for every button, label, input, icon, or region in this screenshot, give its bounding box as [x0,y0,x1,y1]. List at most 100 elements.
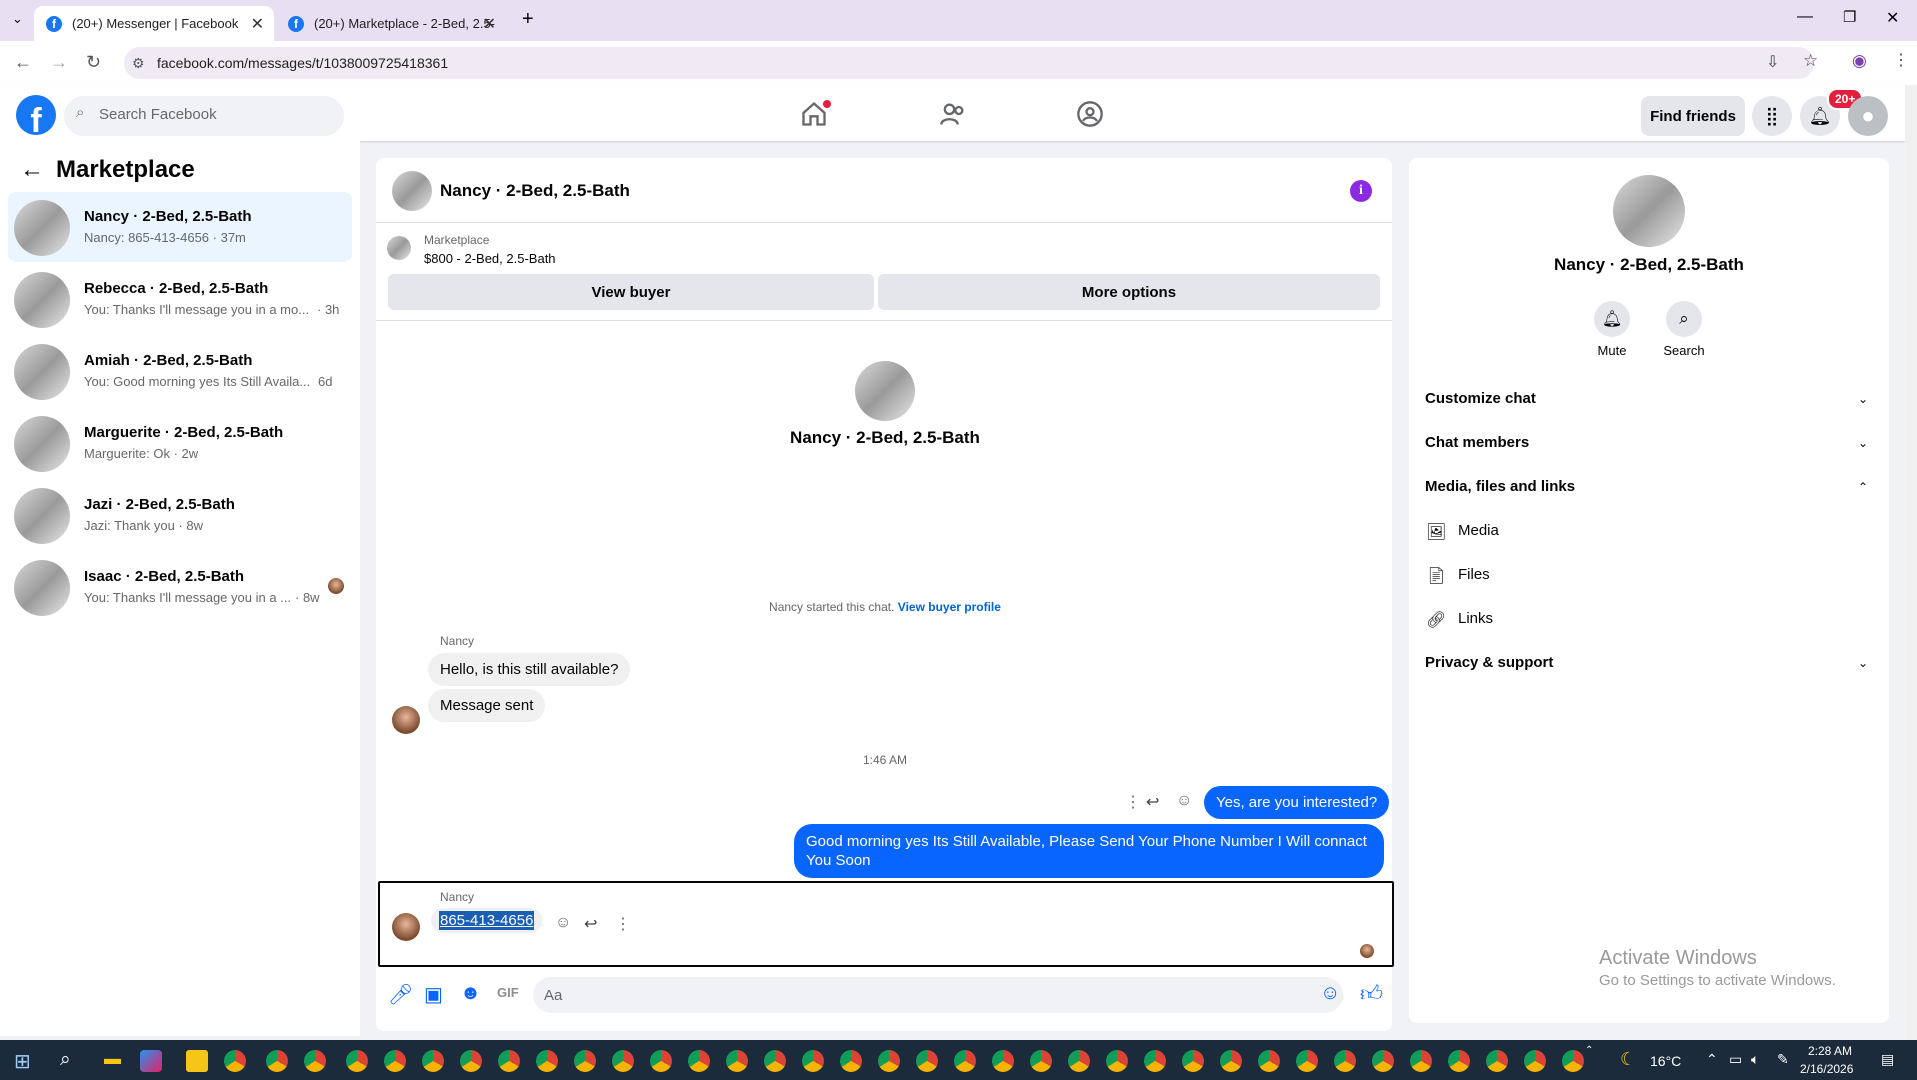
back-arrow-icon[interactable]: ← [20,156,44,184]
sticker-icon[interactable]: ☻ [460,982,481,1005]
chrome-taskbar-icon[interactable] [688,1050,710,1072]
browser-menu-icon[interactable]: ⋮ [1893,50,1909,70]
chevron-down-icon[interactable]: ⌄ [1858,392,1868,406]
chrome-taskbar-icon[interactable] [498,1050,520,1072]
windows-start-icon[interactable]: ⊞ [14,1049,31,1074]
back-icon[interactable]: ← [14,52,32,73]
chrome-taskbar-icon[interactable] [612,1050,634,1072]
mute-button[interactable]: 🔔︎ [1594,301,1630,337]
tray-overflow-icon[interactable]: ⌃ [1706,1051,1718,1068]
chrome-taskbar-icon[interactable] [1410,1050,1432,1072]
page-scrollbar[interactable] [1905,85,1917,1040]
taskbar-scroll-arrows-icon[interactable]: ⌃ [1585,1045,1593,1056]
files-row[interactable]: Files [1458,566,1490,583]
chrome-taskbar-icon[interactable] [460,1050,482,1072]
customize-chat-row[interactable]: Customize chat [1425,390,1536,407]
forward-icon[interactable]: → [50,52,68,73]
chevron-down-icon[interactable]: ⌄ [1858,436,1868,450]
chrome-taskbar-icon[interactable] [726,1050,748,1072]
chrome-taskbar-icon[interactable] [1106,1050,1128,1072]
chrome-taskbar-icon[interactable] [536,1050,558,1072]
chrome-taskbar-icon[interactable] [346,1050,368,1072]
chrome-taskbar-icon[interactable] [840,1050,862,1072]
taskbar-app-icon[interactable] [140,1050,162,1072]
file-explorer-icon[interactable]: ▬ [104,1049,121,1069]
tab-messenger[interactable]: f (20+) Messenger | Facebook ✕ [34,6,274,41]
incoming-message[interactable]: Hello, is this still available? [428,653,631,686]
chrome-taskbar-icon[interactable] [802,1050,824,1072]
chat-header-title[interactable]: Nancy · 2-Bed, 2.5-Bath [440,181,630,201]
tab-list-chevron-icon[interactable]: ⌄ [12,11,23,27]
chrome-taskbar-icon[interactable] [574,1050,596,1072]
media-row[interactable]: Media [1458,522,1499,539]
privacy-support-row[interactable]: Privacy & support [1425,654,1553,671]
chrome-taskbar-icon[interactable] [1372,1050,1394,1072]
view-buyer-button[interactable]: View buyer [388,274,874,310]
conversation-item[interactable]: Nancy · 2-Bed, 2.5-Bath Nancy: 865-413-4… [8,192,352,262]
chat-header-thumbnail[interactable] [392,171,432,211]
info-icon[interactable]: i [1350,180,1372,202]
reply-icon[interactable]: ↩ [1146,792,1159,812]
groups-icon[interactable] [1076,100,1104,128]
chrome-taskbar-icon[interactable] [224,1050,246,1072]
chrome-taskbar-icon[interactable] [422,1050,444,1072]
chevron-up-icon[interactable]: ⌃ [1858,480,1868,494]
find-friends-button[interactable]: Find friends [1641,96,1745,136]
chrome-taskbar-icon[interactable] [764,1050,786,1072]
thumbs-up-icon[interactable]: 👍︎ [1360,980,1383,1007]
network-icon[interactable]: ▭ [1729,1051,1742,1068]
chrome-taskbar-icon[interactable] [1258,1050,1280,1072]
chrome-taskbar-icon[interactable] [384,1050,406,1072]
site-info-icon[interactable]: ⚙ [132,55,145,72]
chrome-taskbar-icon[interactable] [1486,1050,1508,1072]
listing-price[interactable]: $800 - 2-Bed, 2.5-Bath [424,251,556,266]
restore-icon[interactable]: ❐ [1843,8,1856,26]
volume-icon[interactable]: 🔈︎ [1751,1051,1759,1068]
chrome-taskbar-icon[interactable] [954,1050,976,1072]
close-tab-icon[interactable]: ✕ [483,14,496,34]
taskbar-clock-date[interactable]: 2/16/2026 [1800,1062,1853,1076]
react-smiley-icon[interactable]: ☺ [1176,792,1192,810]
chrome-taskbar-icon[interactable] [1068,1050,1090,1072]
chrome-taskbar-icon[interactable] [1030,1050,1052,1072]
new-tab-icon[interactable]: + [522,8,534,31]
account-avatar[interactable]: ● [1848,96,1888,136]
minimize-icon[interactable]: — [1797,8,1813,26]
tab-marketplace[interactable]: f (20+) Marketplace - 2-Bed, 2.5- ✕ [276,6,506,41]
chrome-taskbar-icon[interactable] [1220,1050,1242,1072]
profile-icon[interactable]: ◉ [1852,51,1867,71]
conversation-item[interactable]: Marguerite · 2-Bed, 2.5-Bath Marguerite:… [8,408,352,478]
microphone-icon[interactable]: 🎤︎ [388,982,413,1007]
conversation-item[interactable]: Rebecca · 2-Bed, 2.5-Bath You: Thanks I'… [8,264,352,334]
chrome-taskbar-icon[interactable] [1296,1050,1318,1072]
incoming-message-phone[interactable]: 865-413-4656 [431,908,543,933]
more-actions-icon[interactable]: ⋮ [615,914,631,934]
url-text[interactable]: facebook.com/messages/t/1038009725418361 [157,55,448,71]
pen-icon[interactable]: ✎ [1777,1051,1789,1068]
more-options-button[interactable]: More options [878,274,1380,310]
incoming-message[interactable]: Message sent [428,689,546,722]
temperature[interactable]: 16°C [1650,1053,1681,1069]
emoji-icon[interactable]: ☺ [1320,982,1340,1005]
bookmark-star-icon[interactable]: ☆ [1803,51,1818,71]
sender-avatar[interactable] [392,913,420,941]
close-tab-icon[interactable]: ✕ [251,14,264,34]
chrome-taskbar-icon[interactable] [266,1050,288,1072]
react-smiley-icon[interactable]: ☺ [555,914,571,932]
chrome-taskbar-icon[interactable] [1448,1050,1470,1072]
chrome-taskbar-icon[interactable] [650,1050,672,1072]
reply-icon[interactable]: ↩ [584,914,597,934]
media-files-links-row[interactable]: Media, files and links [1425,478,1575,495]
chrome-taskbar-icon[interactable] [878,1050,900,1072]
view-buyer-profile-link[interactable]: View buyer profile [898,600,1001,614]
chrome-taskbar-icon[interactable] [1562,1050,1584,1072]
search-conversation-button[interactable]: ⌕ [1666,301,1702,337]
more-actions-icon[interactable]: ⋮ [1125,792,1141,812]
chrome-taskbar-icon[interactable] [992,1050,1014,1072]
links-row[interactable]: Links [1458,610,1493,627]
close-window-icon[interactable]: ✕ [1886,8,1899,28]
notification-center-icon[interactable]: ▤ [1881,1051,1894,1068]
conversation-item[interactable]: Amiah · 2-Bed, 2.5-Bath You: Good mornin… [8,336,352,406]
chrome-taskbar-icon[interactable] [1144,1050,1166,1072]
conversation-item[interactable]: Isaac · 2-Bed, 2.5-Bath You: Thanks I'll… [8,552,352,622]
